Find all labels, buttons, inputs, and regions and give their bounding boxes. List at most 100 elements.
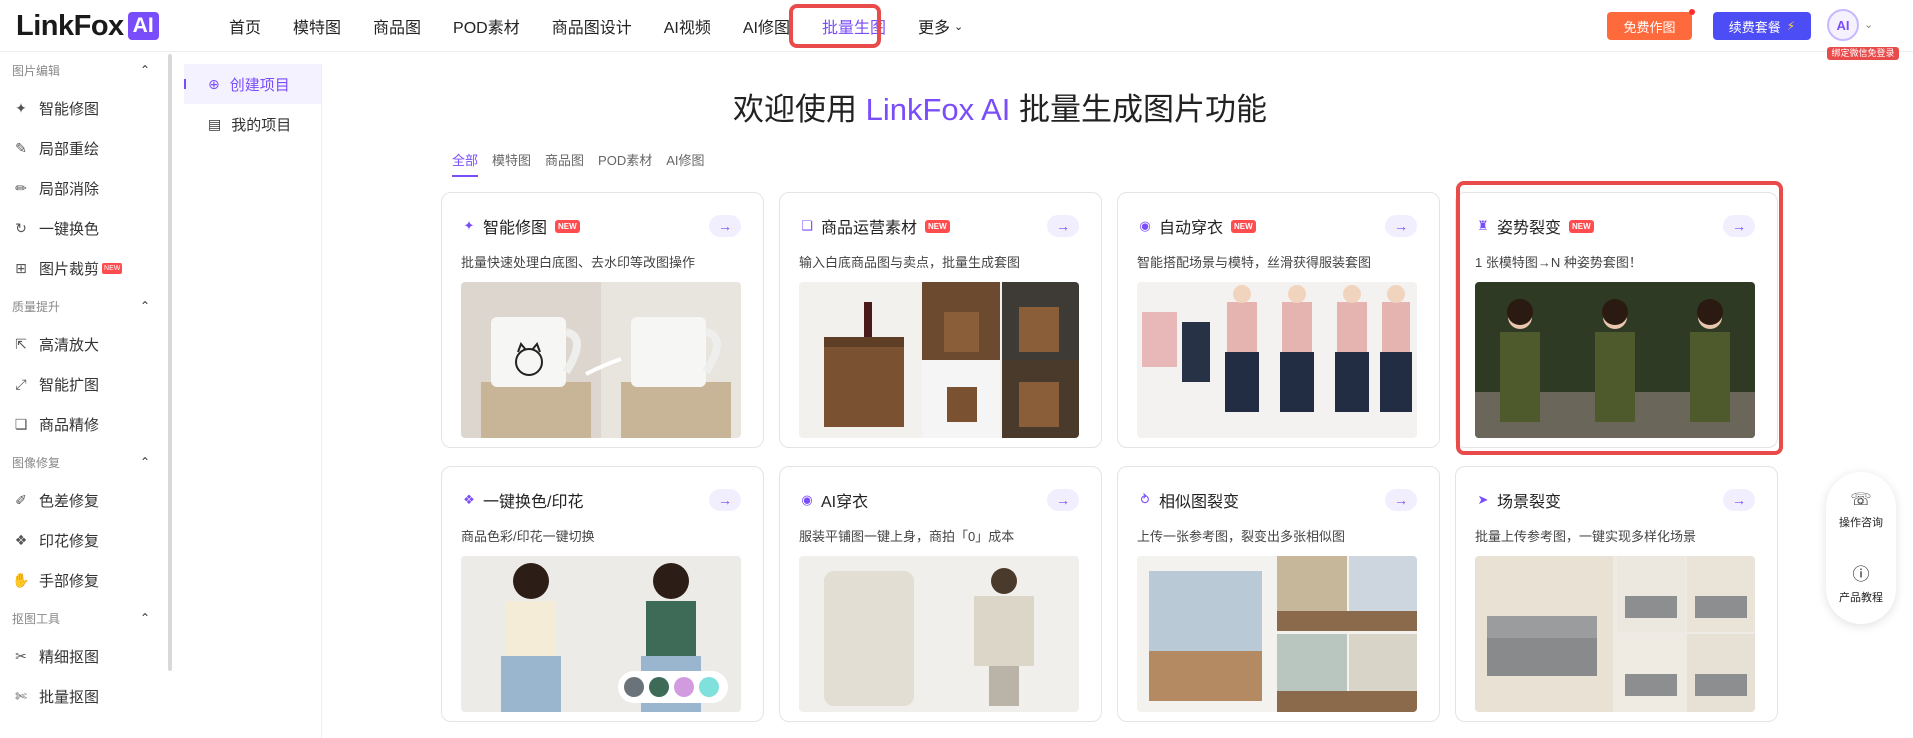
sidebar-item-recolor[interactable]: ↻ 一键换色 — [12, 208, 172, 248]
print-fix-icon: ❖ — [14, 531, 28, 548]
free-create-button[interactable]: 免费作图 — [1607, 9, 1695, 40]
nav-ai-retouch[interactable]: AI修图 — [727, 0, 806, 52]
create-project-item[interactable]: ⊕ 创建项目 — [184, 64, 321, 104]
tutorial-button[interactable]: ⓘ 产品教程 — [1826, 560, 1896, 605]
card-preview-image — [799, 556, 1079, 712]
logo-text: LinkFox — [16, 9, 124, 42]
nav-pod[interactable]: POD素材 — [437, 0, 536, 52]
arrow-right-icon[interactable]: → — [1385, 215, 1417, 237]
sidebar-group: 图片编辑 ⌃ ✦ 智能修图 ✎ 局部重绘 ✏ 局部消除 ↻ 一键换色 ⊞ 图片裁… — [0, 52, 172, 288]
title-brand: LinkFox AI — [865, 92, 1011, 127]
create-project-label: 创建项目 — [229, 76, 290, 94]
sidebar-item-erase[interactable]: ✏ 局部消除 — [12, 168, 172, 208]
card-title: AI穿衣 — [821, 494, 869, 511]
sidebar-item-label: 批量抠图 — [39, 688, 100, 706]
sidebar-item-upscale[interactable]: ⇱ 高清放大 — [12, 324, 172, 364]
sidebar-group-title[interactable]: 质量提升 ⌃ — [12, 288, 172, 324]
consult-label: 操作咨询 — [1839, 517, 1883, 529]
sidebar-item-batch-cutout[interactable]: ✄ 批量抠图 — [12, 676, 172, 716]
card-description: 输入白底商品图与卖点，批量生成套图 — [799, 255, 1021, 270]
sidebar-item-color-fix[interactable]: ✐ 色差修复 — [12, 480, 172, 520]
filter-product[interactable]: 商品图 — [545, 150, 584, 177]
card-preview-image — [1137, 556, 1417, 712]
card-description: 智能搭配场景与模特，丝滑获得服装套图 — [1137, 255, 1372, 270]
similar-icon: ⥁ — [1140, 492, 1150, 507]
nav-home[interactable]: 首页 — [213, 0, 277, 52]
eraser-icon: ✏ — [15, 179, 27, 196]
sidebar-item-print-fix[interactable]: ❖ 印花修复 — [12, 520, 172, 560]
sidebar-item-crop[interactable]: ⊞ 图片裁剪 NEW — [12, 248, 172, 288]
nav-product[interactable]: 商品图 — [357, 0, 437, 52]
sidebar-scrollbar[interactable] — [168, 54, 172, 671]
avatar[interactable]: AI — [1827, 9, 1859, 41]
sidebar-group: 抠图工具 ⌃ ✂ 精细抠图 ✄ 批量抠图 — [0, 600, 172, 716]
new-badge: NEW — [102, 262, 123, 274]
top-bar: LinkFox AI 首页 模特图 商品图 POD素材 商品图设计 AI视频 A… — [0, 0, 1913, 52]
shirt-icon: ◉ — [1139, 218, 1151, 233]
nav-more-label: 更多 — [918, 20, 951, 37]
arrow-right-icon[interactable]: → — [709, 215, 741, 237]
arrow-right-icon[interactable]: → — [709, 489, 741, 511]
sidebar-item-fine-cutout[interactable]: ✂ 精细抠图 — [12, 636, 172, 676]
my-projects-item[interactable]: ▤ 我的项目 — [184, 104, 321, 144]
sidebar-item-smart-retouch[interactable]: ✦ 智能修图 — [12, 88, 172, 128]
chevron-down-icon[interactable]: ⌄ — [1864, 18, 1873, 31]
arrow-right-icon[interactable]: → — [1047, 489, 1079, 511]
retouch-icon: ❏ — [14, 415, 28, 432]
sidebar-item-label: 智能扩图 — [39, 376, 100, 394]
renew-plan-button[interactable]: 续费套餐 ⚡ — [1713, 12, 1811, 40]
sidebar-item-hand-fix[interactable]: ✋ 手部修复 — [12, 560, 172, 600]
crop-icon: ⊞ — [15, 259, 27, 276]
scene-icon: ➤ — [1477, 492, 1489, 507]
feature-card-smart-retouch[interactable]: ✦ 智能修图 NEW → 批量快速处理白底图、去水印等改图操作 — [441, 192, 764, 448]
feature-card-auto-dress[interactable]: ◉ 自动穿衣 NEW → 智能搭配场景与模特，丝滑获得服装套图 — [1117, 192, 1440, 448]
feature-card-scene-variation[interactable]: ➤ 场景裂变 → 批量上传参考图，一键实现多样化场景 — [1455, 466, 1778, 722]
nav-more[interactable]: 更多 ⌄ — [902, 0, 979, 52]
sidebar-item-product-retouch[interactable]: ❏ 商品精修 — [12, 404, 172, 444]
title-suffix: 批量生成图片功能 — [1019, 92, 1267, 127]
consult-button[interactable]: ☏ 操作咨询 — [1826, 490, 1896, 530]
sidebar-group-title[interactable]: 图像修复 ⌃ — [12, 444, 172, 480]
arrow-right-icon[interactable]: → — [1723, 215, 1755, 237]
filter-ai-retouch[interactable]: AI修图 — [666, 150, 704, 177]
material-icon: ❏ — [801, 218, 813, 233]
filter-pod[interactable]: POD素材 — [598, 150, 652, 177]
sidebar-item-label: 精细抠图 — [39, 648, 100, 666]
sidebar-group-title[interactable]: 抠图工具 ⌃ — [12, 600, 172, 636]
feature-card-recolor-print[interactable]: ❖ 一键换色/印花 → 商品色彩/印花一键切换 — [441, 466, 764, 722]
nav-batch-generate[interactable]: 批量生图 — [806, 0, 902, 52]
logo[interactable]: LinkFox AI — [16, 10, 159, 42]
arrow-right-icon[interactable]: → — [1723, 489, 1755, 511]
headset-icon: ☏ — [1850, 490, 1872, 509]
card-header: ◉ 自动穿衣 NEW → — [1137, 215, 1417, 237]
feature-card-similar-variation[interactable]: ⥁ 相似图裂变 → 上传一张参考图，裂变出多张相似图 — [1117, 466, 1440, 722]
new-badge: NEW — [555, 219, 580, 233]
my-projects-label: 我的项目 — [231, 116, 292, 134]
feature-card-ai-dress[interactable]: ◉ AI穿衣 → 服装平铺图一键上身，商拍「0」成本 — [779, 466, 1102, 722]
wechat-bind-badge[interactable]: 绑定微信免登录 — [1827, 47, 1899, 60]
batch-cutout-icon: ✄ — [15, 687, 27, 704]
sidebar-group-title[interactable]: 图片编辑 ⌃ — [12, 52, 172, 88]
nav-model[interactable]: 模特图 — [277, 0, 357, 52]
nav-ai-video[interactable]: AI视频 — [648, 0, 727, 52]
sidebar-item-expand[interactable]: ⤢ 智能扩图 — [12, 364, 172, 404]
card-preview-image — [1137, 282, 1417, 438]
question-icon: ⓘ — [1852, 565, 1870, 584]
card-header: ⥁ 相似图裂变 → — [1137, 489, 1417, 511]
nav-product-design[interactable]: 商品图设计 — [536, 0, 648, 52]
magic-wand-icon: ✦ — [15, 99, 27, 116]
card-preview-image — [1475, 282, 1755, 438]
filter-all[interactable]: 全部 — [452, 150, 479, 177]
sidebar-item-label: 印花修复 — [39, 532, 100, 550]
ai-shirt-icon: ◉ — [801, 492, 813, 507]
arrow-right-icon[interactable]: → — [1385, 489, 1417, 511]
help-floating-panel: ☏ 操作咨询 ⓘ 产品教程 — [1826, 472, 1896, 624]
free-create-label: 免费作图 — [1623, 19, 1676, 35]
feature-card-operation-material[interactable]: ❏ 商品运营素材 NEW → 输入白底商品图与卖点，批量生成套图 — [779, 192, 1102, 448]
feature-card-pose-variation[interactable]: ♜ 姿势裂变 NEW → 1 张模特图→N 种姿势套图！ — [1455, 192, 1778, 448]
arrow-right-icon[interactable]: → — [1047, 215, 1079, 237]
new-badge: NEW — [925, 219, 950, 233]
sidebar-item-inpaint[interactable]: ✎ 局部重绘 — [12, 128, 172, 168]
filter-model[interactable]: 模特图 — [492, 150, 531, 177]
card-title: 智能修图 — [483, 220, 548, 237]
